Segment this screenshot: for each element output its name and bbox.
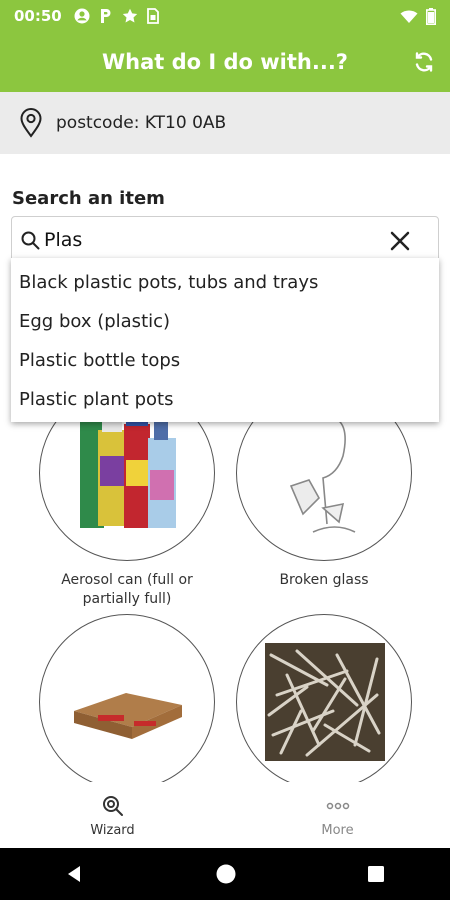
battery-icon <box>426 7 436 25</box>
item-image-circle <box>236 614 412 790</box>
refresh-icon <box>415 52 433 72</box>
wifi-icon <box>400 10 418 23</box>
star-icon <box>122 8 137 23</box>
location-pin-icon <box>20 108 42 138</box>
recents-icon[interactable] <box>367 865 385 883</box>
system-nav-bar <box>0 848 450 900</box>
suggestion-item[interactable]: Black plastic pots, tubs and trays <box>11 264 439 303</box>
postcode-bar[interactable]: postcode: KT10 0AB <box>0 92 450 154</box>
app-bar: What do I do with...? <box>0 32 450 92</box>
postcode-text: postcode: KT10 0AB <box>56 113 227 133</box>
item-label: Broken glass <box>279 572 369 588</box>
page-title: What do I do with...? <box>101 50 348 74</box>
suggestion-item[interactable]: Egg box (plastic) <box>11 303 439 342</box>
nav-wizard-label: Wizard <box>90 822 135 838</box>
search-input[interactable]: Plas <box>11 216 439 264</box>
search-input-value[interactable]: Plas <box>44 229 82 251</box>
flattened-cardboard-image <box>74 693 182 739</box>
status-icons <box>74 8 159 24</box>
status-right-icons <box>400 7 436 25</box>
sim-card-icon <box>146 8 159 24</box>
nav-more[interactable]: More <box>225 782 450 848</box>
item-wood-shavings[interactable] <box>236 614 412 800</box>
search-suggestions: Black plastic pots, tubs and trays Egg b… <box>11 258 439 422</box>
status-bar: 00:50 <box>0 0 450 32</box>
item-cardboard[interactable] <box>39 614 215 800</box>
suggestion-item[interactable]: Plastic plant pots <box>11 381 439 420</box>
item-image-circle <box>39 614 215 790</box>
account-circle-icon <box>74 8 90 24</box>
more-dots-icon <box>326 802 349 809</box>
parking-icon <box>100 9 111 23</box>
bottom-nav: Wizard More <box>0 782 450 848</box>
back-icon[interactable] <box>65 864 85 884</box>
refresh-button[interactable] <box>410 48 438 76</box>
item-label: Aerosol can (full or partially full) <box>61 572 193 607</box>
clear-search-icon[interactable] <box>388 229 412 253</box>
search-label: Search an item <box>12 188 165 209</box>
wizard-icon <box>102 795 123 816</box>
status-time: 00:50 <box>14 7 62 25</box>
nav-more-label: More <box>321 822 354 838</box>
home-icon[interactable] <box>215 863 237 885</box>
search-icon <box>21 231 40 250</box>
wood-shavings-image <box>265 643 385 761</box>
suggestion-item[interactable]: Plastic bottle tops <box>11 342 439 381</box>
nav-wizard[interactable]: Wizard <box>0 782 225 848</box>
